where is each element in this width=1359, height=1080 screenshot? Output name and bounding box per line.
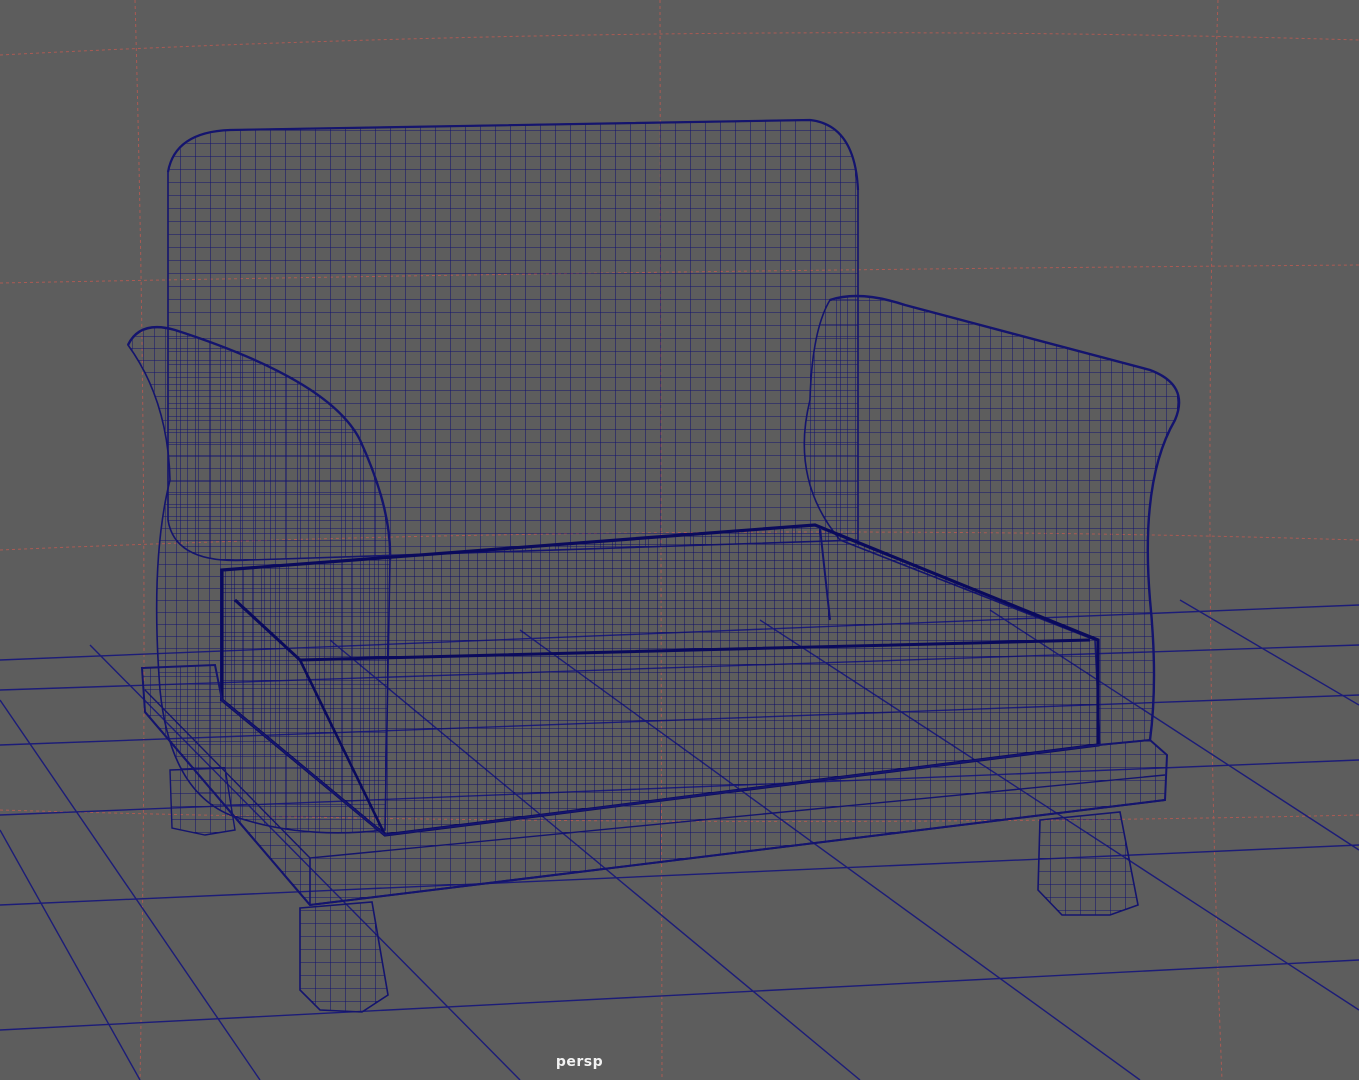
leg-back-left: [169, 767, 236, 836]
persp-viewport[interactable]: persp: [0, 0, 1359, 1080]
viewport-scene[interactable]: [0, 0, 1359, 1080]
camera-label: persp: [555, 1054, 604, 1070]
armchair-wireframe: [126, 118, 1181, 1013]
leg-front-right: [1037, 811, 1139, 916]
leg-front-left: [299, 901, 389, 1013]
